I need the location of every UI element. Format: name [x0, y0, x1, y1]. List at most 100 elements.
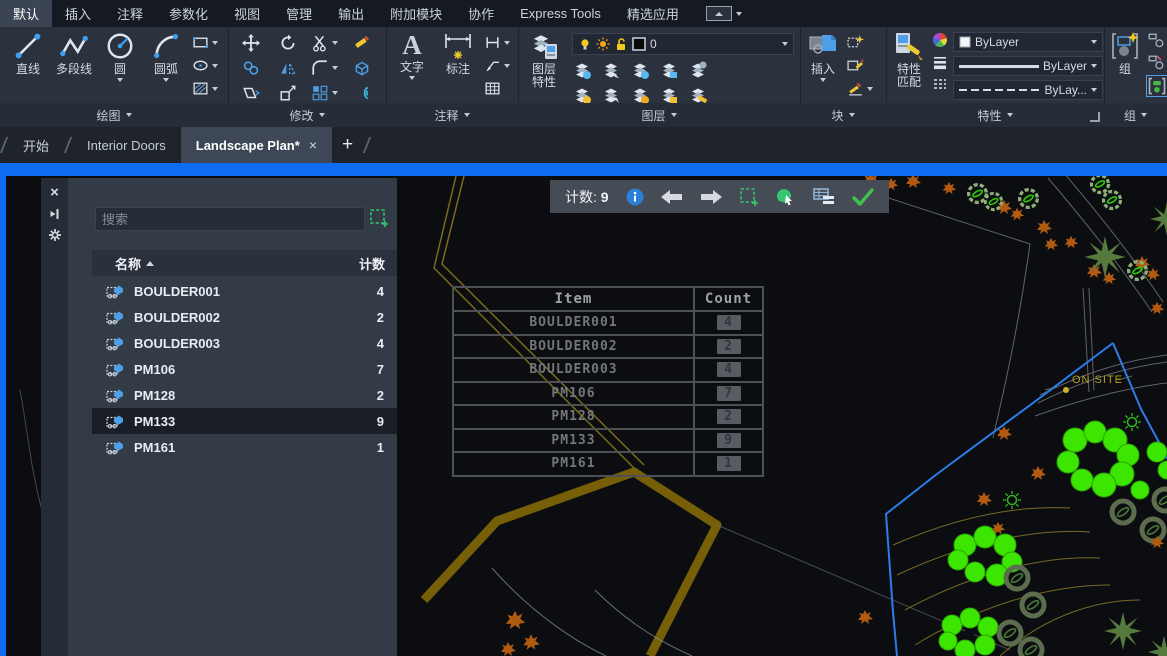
panel-label-modify[interactable]: 修改 [228, 103, 386, 127]
object-color-select[interactable]: ByLayer [953, 32, 1103, 52]
layer-unlock-button[interactable] [659, 85, 679, 105]
hatch-button[interactable] [192, 78, 218, 99]
ribbon-tab[interactable]: 视图 [221, 0, 273, 27]
leader-button[interactable] [484, 55, 510, 76]
lineweight-select[interactable]: ByLayer [953, 56, 1103, 76]
lime-plant-cluster[interactable] [1057, 421, 1167, 499]
panel-label-group[interactable]: 组 [1104, 103, 1167, 127]
polyline-button[interactable]: 多段线 [54, 27, 94, 103]
array-button[interactable] [311, 82, 338, 103]
match-properties-button[interactable]: 特性 匹配 [891, 27, 927, 103]
next-arrow-button[interactable] [700, 189, 722, 205]
mirror-icon[interactable] [279, 59, 297, 77]
layer-thaw-all-button[interactable] [630, 85, 650, 105]
palette-row-BOULDER002[interactable]: BOULDER0022 [92, 304, 397, 330]
arc-button[interactable]: 圆弧 [146, 27, 186, 103]
layer-lock-button[interactable] [659, 60, 679, 80]
count-table-row: PM1282 [453, 405, 763, 429]
insert-block-button[interactable]: 插入 [803, 27, 843, 103]
rotate-icon[interactable] [279, 34, 297, 52]
ungroup-icon[interactable] [1147, 32, 1165, 50]
ribbon-tab[interactable]: 精选应用 [614, 0, 692, 27]
offset-icon[interactable] [353, 84, 371, 102]
linear-dim-button[interactable] [484, 32, 510, 53]
select-region-button[interactable] [739, 187, 759, 207]
group-selection-toggle[interactable] [1147, 76, 1167, 96]
create-block-button[interactable] [847, 32, 873, 53]
file-tab[interactable]: Interior Doors [72, 127, 181, 163]
layer-select[interactable]: 0 [572, 33, 794, 55]
ribbon-collapse-button[interactable] [706, 6, 742, 21]
confirm-check-button[interactable] [852, 188, 874, 206]
ribbon-tab[interactable]: 协作 [455, 0, 507, 27]
panel-label-properties[interactable]: 特性 [886, 103, 1104, 127]
layer-match-button[interactable] [688, 85, 708, 105]
ribbon-tab[interactable]: 默认 [0, 0, 52, 27]
edit-attributes-button[interactable] [847, 78, 873, 99]
panel-label-block[interactable]: 块 [800, 103, 886, 127]
linetype-icon[interactable] [932, 76, 948, 92]
linetype-select[interactable]: ByLay... [953, 80, 1103, 100]
new-tab-button[interactable]: + [342, 134, 353, 156]
color-wheel-icon[interactable] [932, 32, 948, 48]
dialog-launcher-icon[interactable] [1090, 112, 1100, 122]
scale-icon[interactable] [279, 84, 297, 102]
palette-row-PM106[interactable]: PM1067 [92, 356, 397, 382]
copy-icon[interactable] [242, 59, 260, 77]
ribbon-tab[interactable]: 参数化 [156, 0, 221, 27]
circle-button[interactable]: 圆 [100, 27, 140, 103]
layer-properties-button[interactable]: 图层 特性 [524, 27, 564, 103]
stretch-icon[interactable] [242, 84, 260, 102]
zoom-to-selected-button[interactable] [776, 187, 796, 207]
info-icon[interactable] [626, 188, 644, 206]
ribbon-tab[interactable]: 附加模块 [377, 0, 455, 27]
fillet-button[interactable] [311, 57, 338, 78]
panel-label-layers[interactable]: 图层 [518, 103, 800, 127]
create-table-button[interactable] [813, 187, 835, 207]
trim-button[interactable] [311, 32, 338, 53]
panel-label-draw[interactable]: 绘图 [0, 103, 228, 127]
explode-icon[interactable] [353, 59, 371, 77]
move-icon[interactable] [242, 34, 260, 52]
palette-column-header[interactable]: 名称 计数 [92, 250, 397, 276]
layer-off-button[interactable] [572, 60, 592, 80]
previous-arrow-button[interactable] [661, 189, 683, 205]
close-tab-icon[interactable]: × [309, 137, 317, 153]
palette-settings-gear-icon[interactable] [48, 228, 62, 242]
rectangle-button[interactable] [192, 32, 218, 53]
ribbon-tab[interactable]: 管理 [273, 0, 325, 27]
erase-icon[interactable] [353, 34, 371, 52]
palette-row-BOULDER003[interactable]: BOULDER0034 [92, 330, 397, 356]
palette-row-PM128[interactable]: PM1282 [92, 382, 397, 408]
select-objects-icon[interactable] [369, 208, 389, 228]
palette-row-PM161[interactable]: PM1611 [92, 434, 397, 460]
layer-isolate-button[interactable] [601, 60, 621, 80]
palette-row-PM133[interactable]: PM1339 [92, 408, 397, 434]
search-input[interactable] [95, 207, 365, 231]
file-tab[interactable]: 开始 [8, 127, 64, 163]
text-button[interactable]: A 文字 [392, 27, 432, 103]
palette-row-BOULDER001[interactable]: BOULDER0014 [92, 278, 397, 304]
ribbon-tab[interactable]: Express Tools [507, 0, 614, 27]
dimension-button[interactable]: 标注 [438, 27, 478, 103]
layer-freeze-button[interactable] [630, 60, 650, 80]
ribbon-tab[interactable]: 输出 [325, 0, 377, 27]
layer-on-all-button[interactable] [572, 85, 592, 105]
lineweight-icon[interactable] [932, 54, 948, 70]
ribbon-tab[interactable]: 插入 [52, 0, 104, 27]
edit-block-button[interactable] [847, 55, 873, 76]
layer-merge-button[interactable] [688, 60, 708, 80]
rectangle-icon [192, 34, 209, 51]
file-tab[interactable]: Landscape Plan*× [181, 127, 332, 163]
group-button[interactable]: 组 [1108, 27, 1142, 103]
ellipse-button[interactable] [192, 55, 218, 76]
palette-autohide-pin-icon[interactable] [48, 207, 62, 221]
table-button[interactable] [484, 78, 510, 99]
ribbon-tab[interactable]: 注释 [104, 0, 156, 27]
drawing-viewport[interactable]: ON SITE [0, 163, 1167, 656]
panel-label-annotate[interactable]: 注释 [386, 103, 518, 127]
layer-unisolate-button[interactable] [601, 85, 621, 105]
palette-close-icon[interactable]: × [50, 186, 59, 200]
group-edit-icon[interactable] [1147, 54, 1165, 72]
line-button[interactable]: 直线 [8, 27, 48, 103]
